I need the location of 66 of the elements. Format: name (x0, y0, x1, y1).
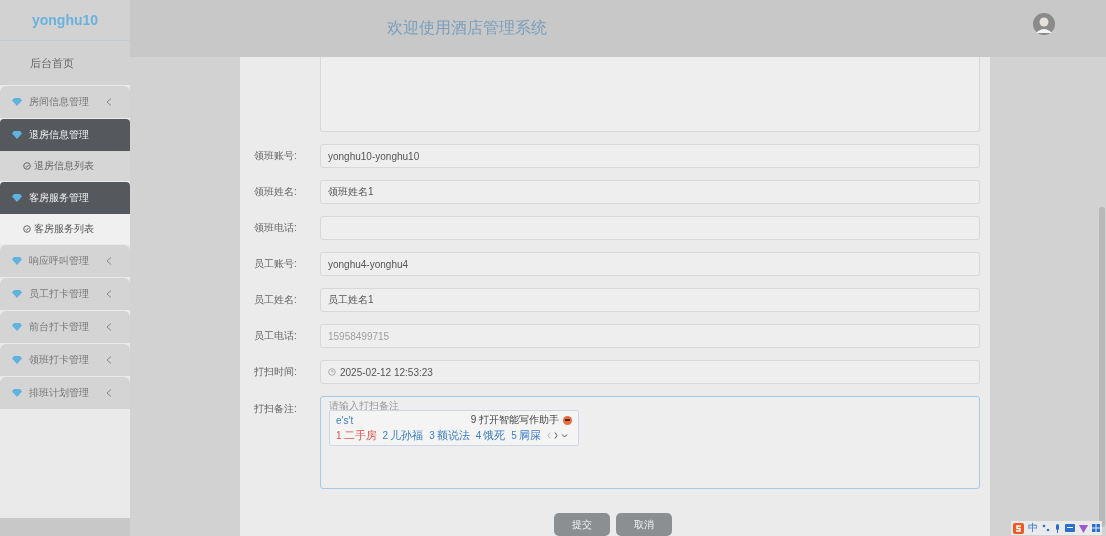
chevron-icon (106, 389, 112, 397)
menu-group[interactable]: 前台打卡管理 (0, 311, 130, 343)
ime-candidate[interactable]: 1 二手房 (336, 428, 377, 443)
field-label: 员工姓名: (253, 293, 298, 307)
menu-group[interactable]: 响应呼叫管理 (0, 245, 130, 277)
menu-group[interactable]: 排班计划管理 (0, 377, 130, 409)
input-field[interactable]: 领班姓名1 (320, 180, 980, 204)
avatar-icon[interactable] (1033, 13, 1055, 35)
chevron-icon (106, 323, 112, 331)
submenu-label: 退房信息列表 (34, 159, 94, 173)
microphone-icon[interactable] (1054, 523, 1061, 533)
menu-group[interactable]: 退房信息管理 (0, 119, 130, 151)
diamond-icon (12, 356, 22, 364)
input-mode-toggle[interactable]: 中 (1028, 521, 1038, 535)
textarea-field[interactable] (320, 57, 980, 132)
chevron-icon (106, 290, 112, 298)
scrollbar-thumb[interactable] (1099, 207, 1105, 527)
keyboard-icon[interactable] (1065, 524, 1075, 532)
submenu-item[interactable]: 客房服务列表 (0, 214, 130, 244)
field-label: 打扫时间: (253, 365, 298, 379)
form-button[interactable]: 取消 (616, 513, 672, 536)
submenu-label: 客房服务列表 (34, 222, 94, 236)
ime-candidate[interactable]: 3 额说法 (429, 428, 470, 443)
diamond-icon (12, 389, 22, 397)
assistant-icon[interactable] (563, 415, 572, 425)
field-label: 员工账号: (253, 257, 298, 271)
chevron-icon (106, 257, 112, 265)
ime-logo-icon[interactable] (1013, 522, 1024, 534)
ime-hint[interactable]: 9 打开智能写作助手 (470, 413, 559, 427)
textarea-field[interactable]: 请输入打扫备注 e's't 9 打开智能写作助手 1 二手房 2 儿孙福 3 额说法 4 饿死 5 屙屎 (320, 396, 980, 489)
diamond-icon (12, 257, 22, 265)
field-label: 领班姓名: (253, 185, 298, 199)
menu-group[interactable]: 领班打卡管理 (0, 344, 130, 376)
diamond-icon (12, 98, 22, 106)
field-label: 领班电话: (253, 221, 298, 235)
date-field[interactable]: 2025-02-12 12:53:23 (320, 360, 980, 384)
field-label: 打扫备注: (253, 402, 298, 416)
ime-composition: e's't (336, 414, 355, 426)
field-label: 领班账号: (253, 149, 298, 163)
date-value: 2025-02-12 12:53:23 (340, 366, 433, 378)
ime-candidate[interactable]: 5 屙屎 (511, 428, 541, 443)
clock-icon (328, 368, 336, 376)
username-logo: yonghu10 (0, 0, 130, 41)
page-title: 欢迎使用酒店管理系统 (387, 18, 547, 38)
ime-candidate[interactable]: 2 儿孙福 (382, 428, 424, 443)
chevron-icon (106, 98, 112, 106)
grid-icon[interactable] (1092, 524, 1100, 532)
clock-icon (23, 225, 31, 233)
form-button[interactable]: 提交 (554, 513, 610, 536)
ime-candidate[interactable]: 4 饿死 (475, 428, 506, 443)
field-label: 员工电话: (253, 329, 298, 343)
menu-item[interactable]: 后台首页 (0, 41, 130, 85)
input-field[interactable]: 员工姓名1 (320, 288, 980, 312)
diamond-icon (12, 131, 22, 139)
clock-icon (23, 162, 31, 170)
menu-group[interactable]: 房间信息管理 (0, 86, 130, 118)
diamond-icon (12, 194, 22, 202)
menu-group[interactable]: 客房服务管理 (0, 182, 130, 214)
submenu-item[interactable]: 退房信息列表 (0, 151, 130, 181)
diamond-icon (12, 323, 22, 331)
diamond-icon (12, 290, 22, 298)
input-field[interactable]: yonghu10-yonghu10 (320, 144, 980, 168)
menu-group[interactable]: 员工打卡管理 (0, 278, 130, 310)
punctuation-icon[interactable] (1042, 524, 1050, 532)
input-field[interactable]: yonghu4-yonghu4 (320, 252, 980, 276)
chevron-icon (106, 356, 112, 364)
